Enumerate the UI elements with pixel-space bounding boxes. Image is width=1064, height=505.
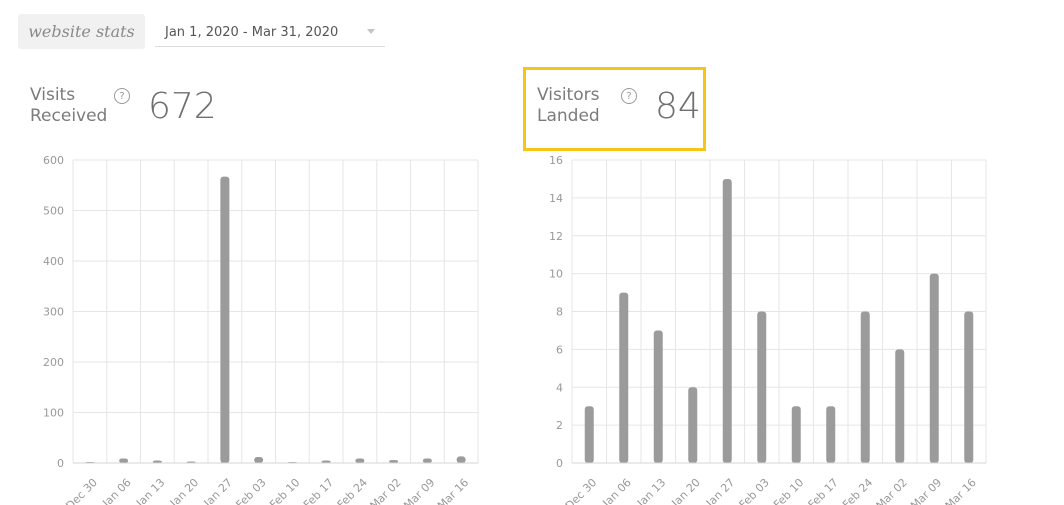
y-tick-label: 200	[43, 356, 64, 369]
y-tick-label: 12	[549, 230, 563, 243]
x-tick-label: Feb 17	[806, 476, 841, 505]
bar[interactable]	[254, 456, 264, 463]
x-tick-label: Jan 20	[669, 476, 703, 505]
x-tick-label: Mar 09	[908, 476, 944, 505]
x-tick-label: Feb 24	[840, 476, 875, 505]
y-tick-label: 2	[556, 419, 563, 432]
bar[interactable]	[791, 406, 801, 463]
y-tick-label: 14	[549, 192, 563, 205]
x-tick-label: Feb 10	[267, 476, 302, 505]
bar[interactable]	[826, 406, 836, 463]
x-tick-label: Mar 09	[401, 476, 437, 505]
x-tick-label: Feb 24	[335, 476, 370, 505]
x-tick-label: Jan 20	[167, 476, 201, 505]
y-tick-label: 6	[556, 343, 563, 356]
bar[interactable]	[860, 311, 870, 464]
x-tick-label: Jan 06	[600, 476, 634, 505]
bar[interactable]	[220, 176, 230, 464]
bar[interactable]	[584, 406, 594, 463]
x-tick-label: Jan 06	[99, 476, 133, 505]
x-tick-label: Feb 03	[737, 476, 772, 505]
visitors-bar-chart: 0 2 4 6 8 10 12 14 16 Dec 30 Jan 06 Jan 13 Jan 20 Jan…	[549, 154, 987, 505]
x-tick-label: Dec 30	[63, 476, 100, 505]
x-tick-label: Dec 30	[563, 476, 600, 505]
y-tick-label: 600	[43, 154, 64, 167]
x-tick-label: Mar 16	[435, 476, 471, 505]
x-tick-label: Feb 17	[301, 476, 336, 505]
x-tick-label: Feb 10	[771, 476, 806, 505]
bar[interactable]	[964, 311, 974, 464]
dashboard: website stats Jan 1, 2020 - Mar 31, 2020…	[0, 0, 1064, 505]
bar[interactable]	[757, 311, 767, 464]
y-tick-label: 4	[556, 381, 563, 394]
bar[interactable]	[619, 292, 629, 463]
bar[interactable]	[422, 458, 432, 463]
y-tick-label: 10	[549, 268, 563, 281]
bar[interactable]	[688, 387, 698, 463]
y-tick-label: 300	[43, 306, 64, 319]
bar[interactable]	[456, 456, 466, 463]
bar[interactable]	[895, 349, 905, 463]
x-tick-label: Jan 13	[634, 476, 668, 505]
bar[interactable]	[355, 458, 365, 463]
y-tick-label: 0	[57, 457, 64, 470]
y-tick-label: 400	[43, 255, 64, 268]
x-tick-label: Mar 02	[874, 476, 910, 505]
y-tick-label: 8	[556, 306, 563, 319]
x-tick-label: Feb 03	[233, 476, 268, 505]
x-tick-label: Jan 27	[201, 476, 235, 505]
x-tick-label: Jan 27	[703, 476, 737, 505]
y-tick-label: 16	[549, 154, 563, 167]
x-tick-label: Mar 16	[943, 476, 979, 505]
bar[interactable]	[722, 178, 732, 463]
x-tick-label: Mar 02	[368, 476, 404, 505]
y-tick-label: 500	[43, 205, 64, 218]
y-tick-label: 0	[556, 457, 563, 470]
x-tick-label: Jan 13	[133, 476, 167, 505]
bar[interactable]	[653, 330, 663, 463]
bar[interactable]	[119, 458, 129, 463]
bar[interactable]	[929, 273, 939, 463]
y-tick-label: 100	[43, 407, 64, 420]
visits-bar-chart: 0100200300400500600Dec 30 Jan 06 Jan 13 Jan…	[43, 154, 479, 505]
